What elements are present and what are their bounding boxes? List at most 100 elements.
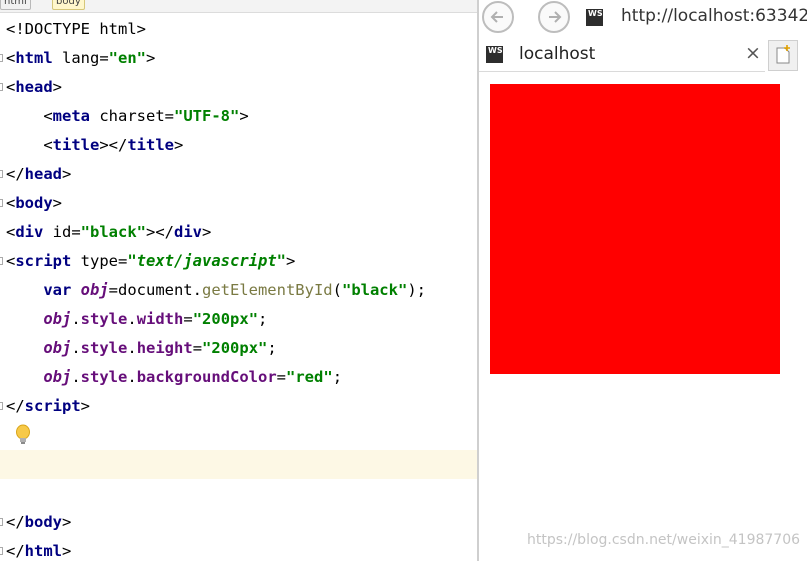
code-token: obj <box>43 339 72 357</box>
code-line[interactable]: obj.style.backgroundColor="red"; <box>0 363 477 392</box>
fold-marker-icon[interactable] <box>0 170 3 178</box>
code-token: > <box>62 165 72 183</box>
code-token: backgroundColor <box>136 368 277 386</box>
code-line[interactable]: </body> <box>0 508 477 537</box>
code-line-text: <body> <box>6 189 62 218</box>
code-token: = <box>276 368 287 386</box>
code-token: id= <box>43 223 81 241</box>
fold-marker-icon[interactable] <box>0 83 3 91</box>
code-token: > <box>146 49 156 67</box>
code-token: "en" <box>108 49 146 67</box>
back-button[interactable] <box>482 1 514 33</box>
code-token: div <box>15 223 44 241</box>
code-line[interactable]: </head> <box>0 160 477 189</box>
code-token: html <box>15 49 53 67</box>
code-token: ; <box>267 339 277 357</box>
code-token: . <box>127 310 137 328</box>
code-token: getElementById <box>201 281 333 299</box>
code-line[interactable]: var obj=document.getElementById("black")… <box>0 276 477 305</box>
forward-button[interactable] <box>538 1 570 33</box>
code-line-text: <!DOCTYPE html> <box>6 15 146 44</box>
code-token: head <box>24 165 62 183</box>
code-editor[interactable]: html body <!DOCTYPE html> <html lang="en"… <box>0 0 477 561</box>
code-token: </ <box>6 513 25 531</box>
code-token: > <box>202 223 212 241</box>
page-viewport: https://blog.csdn.net/weixin_41987706 <box>479 72 807 561</box>
code-line[interactable]: <head> <box>0 73 477 102</box>
code-line[interactable] <box>0 450 477 479</box>
code-token: ; <box>258 310 268 328</box>
code-line[interactable]: obj.style.height="200px"; <box>0 334 477 363</box>
code-token: "black" <box>80 223 146 241</box>
code-token: </ <box>6 542 25 560</box>
code-line[interactable]: </html> <box>0 537 477 561</box>
code-token: . <box>127 368 137 386</box>
breadcrumb: html body <box>0 0 477 13</box>
code-line[interactable]: <body> <box>0 189 477 218</box>
code-line[interactable]: <div id="black"></div> <box>0 218 477 247</box>
code-token: . <box>71 310 81 328</box>
code-token: > <box>285 252 296 270</box>
arrow-left-icon <box>490 11 503 23</box>
fold-marker-icon[interactable] <box>0 257 3 265</box>
address-bar[interactable]: http://localhost:63342 <box>621 6 807 26</box>
fold-marker-icon[interactable] <box>0 199 3 207</box>
tab-localhost[interactable]: WS localhost × <box>479 37 765 72</box>
code-line-text: <html lang="en"> <box>6 44 155 73</box>
fold-marker-icon[interactable] <box>0 547 3 555</box>
code-line-text: obj.style.backgroundColor="red"; <box>6 363 342 392</box>
code-token: meta <box>52 107 90 125</box>
site-icon: WS <box>586 9 603 26</box>
code-line-text: <head> <box>6 73 62 102</box>
code-line-text: <script type="text/javascript"> <box>6 247 295 276</box>
fold-marker-icon[interactable] <box>0 518 3 526</box>
code-line-text: <div id="black"></div> <box>6 218 211 247</box>
browser-window: WS http://localhost:63342 WS localhost ×… <box>477 0 807 561</box>
close-icon[interactable]: × <box>745 42 761 64</box>
code-token: < <box>6 252 16 270</box>
watermark: https://blog.csdn.net/weixin_41987706 <box>527 532 801 548</box>
code-token: width <box>136 310 184 328</box>
code-token: div <box>174 223 202 241</box>
code-token: height <box>136 339 193 357</box>
code-token: style <box>80 310 128 328</box>
code-token: . <box>127 339 137 357</box>
code-line[interactable]: <script type="text/javascript"> <box>0 247 477 276</box>
code-token: title <box>52 136 100 154</box>
code-line[interactable]: <title></title> <box>0 131 477 160</box>
lightbulb-icon[interactable] <box>13 424 33 446</box>
red-box <box>490 84 780 374</box>
new-tab-button[interactable] <box>768 40 798 71</box>
code-line[interactable]: </script> <box>0 392 477 421</box>
code-token: script <box>15 252 72 270</box>
arrow-right-icon <box>549 11 562 23</box>
code-line[interactable] <box>0 421 477 450</box>
code-line-text: </html> <box>6 537 71 561</box>
code-token: "text/javascript" <box>127 252 286 270</box>
code-token: body <box>24 513 62 531</box>
code-token: type= <box>71 252 128 270</box>
code-token: body <box>15 194 53 212</box>
code-token: </ <box>6 165 25 183</box>
code-line-text: </head> <box>6 160 71 189</box>
code-token: script <box>24 397 81 415</box>
breadcrumb-item-html[interactable]: html <box>0 0 31 10</box>
code-token: < <box>6 136 53 154</box>
code-line[interactable] <box>0 479 477 508</box>
code-token: > <box>80 397 91 415</box>
code-token: head <box>15 78 53 96</box>
code-line[interactable]: <html lang="en"> <box>0 44 477 73</box>
code-line[interactable]: <meta charset="UTF-8"> <box>0 102 477 131</box>
code-line[interactable]: obj.style.width="200px"; <box>0 305 477 334</box>
code-line-text: obj.style.height="200px"; <box>6 334 277 363</box>
code-token: < <box>6 49 16 67</box>
tab-bar: WS localhost × <box>479 37 807 72</box>
code-token: ></ <box>99 136 128 154</box>
breadcrumb-item-body[interactable]: body <box>52 0 85 10</box>
fold-marker-icon[interactable] <box>0 402 3 410</box>
fold-marker-icon[interactable] <box>0 54 3 62</box>
code-token: . <box>71 368 81 386</box>
code-line[interactable]: <!DOCTYPE html> <box>0 15 477 44</box>
